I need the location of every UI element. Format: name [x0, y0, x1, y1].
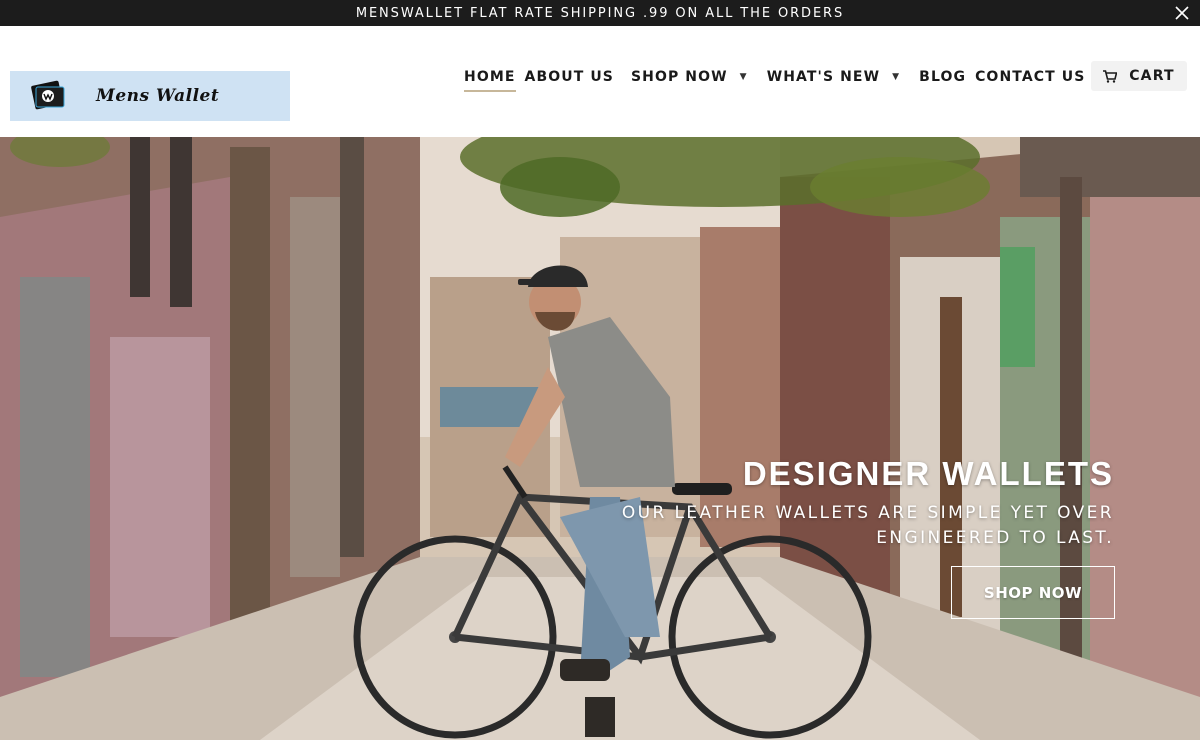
nav-about-us[interactable]: ABOUT US	[525, 69, 614, 85]
announcement-bar: MENSWALLET FLAT RATE SHIPPING .99 ON ALL…	[0, 0, 1200, 26]
main-nav: HOME ABOUT US SHOP NOW ▼ WHAT'S NEW ▼ BL…	[464, 66, 1150, 92]
nav-blog[interactable]: BLOG	[919, 69, 966, 85]
nav-home[interactable]: HOME	[464, 69, 516, 92]
cart-label: CART	[1129, 68, 1175, 84]
nav-shop-now[interactable]: SHOP NOW ▼	[631, 69, 758, 85]
hero-subtitle: OUR LEATHER WALLETS ARE SIMPLE YET OVER …	[594, 501, 1114, 551]
nav-whats-new-label: WHAT'S NEW	[766, 69, 881, 85]
hero-subtitle-line-2: ENGINEERED TO LAST.	[876, 528, 1114, 548]
announcement-text: MENSWALLET FLAT RATE SHIPPING .99 ON ALL…	[355, 5, 845, 21]
hero-banner: DESIGNER WALLETS OUR LEATHER WALLETS ARE…	[0, 137, 1200, 740]
site-logo[interactable]: Mens Wallet	[10, 71, 290, 121]
close-icon[interactable]	[1174, 5, 1190, 21]
nav-whats-new[interactable]: WHAT'S NEW ▼	[767, 69, 910, 85]
nav-shop-now-label: SHOP NOW	[630, 69, 728, 85]
nav-contact-us[interactable]: CONTACT US	[975, 69, 1085, 85]
hero-shop-now-button[interactable]: SHOP NOW	[951, 566, 1115, 619]
logo-text: Mens Wallet	[96, 86, 220, 106]
wallet-logo-icon	[30, 80, 66, 112]
chevron-down-icon: ▼	[739, 72, 748, 82]
hero-title: DESIGNER WALLETS	[742, 455, 1114, 492]
hero-subtitle-line-1: OUR LEATHER WALLETS ARE SIMPLE YET OVER	[621, 503, 1114, 523]
site-header: Mens Wallet HOME ABOUT US SHOP NOW ▼ WHA…	[0, 26, 1200, 137]
hero-copy: DESIGNER WALLETS OUR LEATHER WALLETS ARE…	[594, 455, 1114, 551]
cart-button[interactable]: CART	[1091, 61, 1187, 91]
chevron-down-icon: ▼	[892, 72, 901, 82]
hero-photo	[0, 137, 1200, 740]
cart-icon	[1103, 69, 1118, 83]
